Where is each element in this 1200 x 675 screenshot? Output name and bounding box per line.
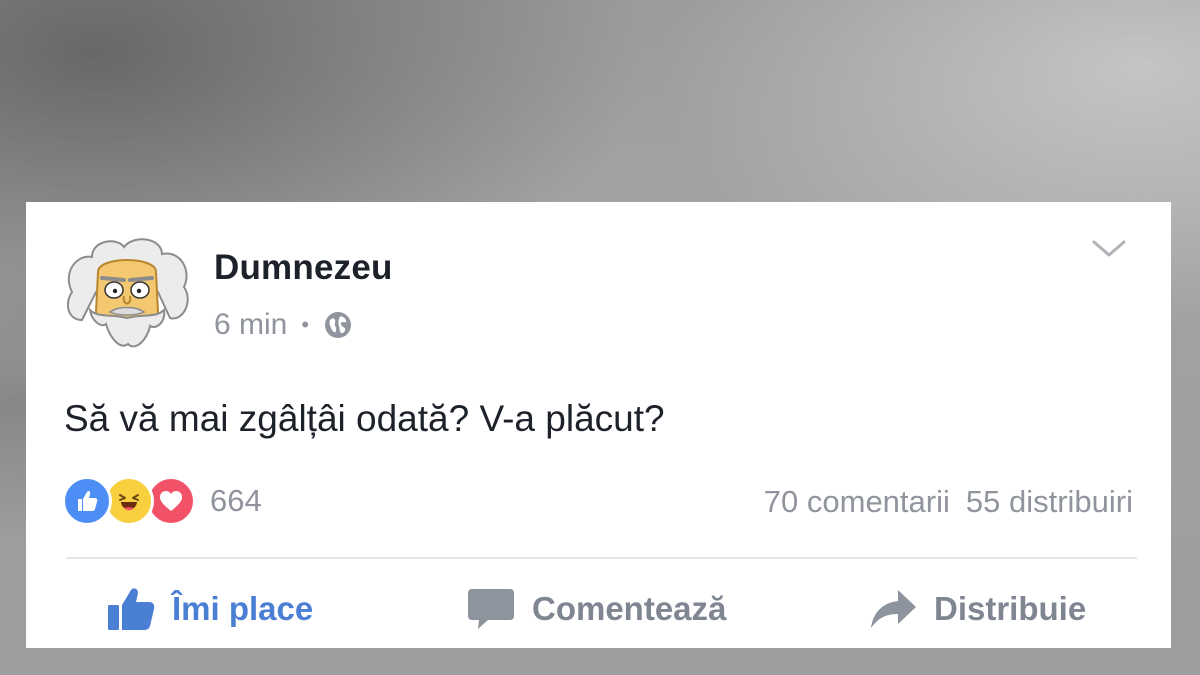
like-button-label: Îmi place <box>172 590 314 627</box>
god-cartoon-avatar-icon <box>66 238 189 348</box>
comment-button-label: Comentează <box>532 590 727 627</box>
post-stats: 70 comentarii 55 distribuiri <box>764 484 1133 520</box>
post-text: Să vă mai zgâlțâi odată? V-a plăcut? <box>64 398 665 439</box>
comment-button[interactable]: Comentează <box>466 586 726 632</box>
facebook-post-card: Dumnezeu 6 min • Să vă mai zgâlțâi odată… <box>26 202 1171 648</box>
thumbs-up-icon <box>106 586 156 632</box>
author-name[interactable]: Dumnezeu <box>214 248 393 288</box>
avatar[interactable] <box>62 232 192 360</box>
post-timestamp[interactable]: 6 min <box>214 308 287 342</box>
chevron-down-icon[interactable] <box>1091 238 1127 260</box>
like-reaction-icon <box>62 476 112 526</box>
reactions-count: 664 <box>210 483 262 518</box>
share-button-label: Distribuie <box>934 590 1087 627</box>
globe-icon[interactable] <box>323 310 353 340</box>
post-actions-bar: Îmi place Comentează Distribuie <box>26 574 1171 644</box>
actions-divider <box>66 557 1137 559</box>
comment-bubble-icon <box>466 586 516 632</box>
share-button[interactable]: Distribuie <box>868 586 1086 632</box>
comments-count[interactable]: 70 comentarii <box>764 484 950 520</box>
post-meta: 6 min • <box>214 308 353 342</box>
like-button[interactable]: Îmi place <box>106 586 313 632</box>
share-arrow-icon <box>868 586 918 632</box>
shares-count[interactable]: 55 distribuiri <box>966 484 1133 520</box>
meta-separator: • <box>301 312 310 337</box>
reactions-summary[interactable]: 664 <box>62 476 262 526</box>
